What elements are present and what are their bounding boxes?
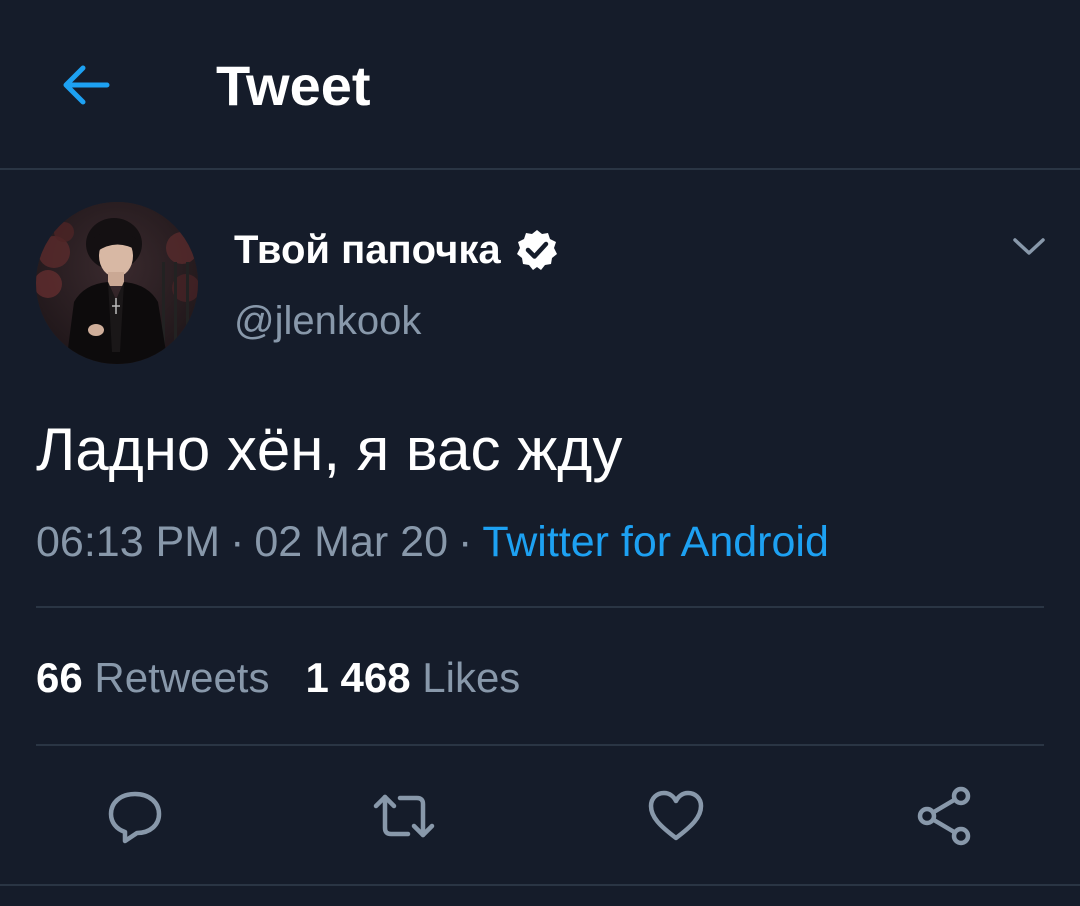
tweet-time: 06:13 PM [36,518,221,566]
reply-button[interactable] [103,784,167,848]
retweet-icon [373,794,435,838]
tweet-meta: 06:13 PM · 02 Mar 20 · Twitter for Android [36,516,829,568]
app-bar: Tweet [0,0,1080,170]
like-button[interactable] [644,784,708,848]
share-button[interactable] [913,784,977,848]
divider [36,606,1044,608]
likes-stat[interactable]: 1 468 Likes [305,654,520,701]
profile-photo [36,202,198,364]
reply-icon [108,791,162,844]
retweets-stat[interactable]: 66 Retweets [36,654,269,701]
likes-label: Likes [422,654,521,701]
share-icon [917,786,971,846]
tweet-source-link[interactable]: Twitter for Android [482,518,829,566]
back-button[interactable] [55,55,115,115]
verified-badge-icon [515,228,559,272]
avatar[interactable] [36,202,198,364]
divider [0,884,1080,886]
display-name-text: Твой папочка [234,228,501,272]
tweet-stats: 66 Retweets 1 468 Likes [36,652,520,704]
divider [36,744,1044,746]
arrow-left-icon [63,65,110,105]
display-name[interactable]: Твой папочка [234,225,559,275]
tweet-text: Ладно хён, я вас жду [36,416,623,483]
page-title: Tweet [216,54,371,117]
meta-separator: · [230,518,245,566]
tweet-date: 02 Mar 20 [254,518,448,566]
tweet-menu-button[interactable] [1004,224,1054,270]
retweets-count: 66 [36,654,83,701]
likes-count: 1 468 [305,654,411,701]
meta-separator: · [458,518,473,566]
retweets-label: Retweets [94,654,270,701]
retweet-button[interactable] [372,784,436,848]
chevron-down-icon [1013,238,1045,255]
heart-icon [648,790,704,841]
user-handle[interactable]: @jlenkook [234,296,421,346]
